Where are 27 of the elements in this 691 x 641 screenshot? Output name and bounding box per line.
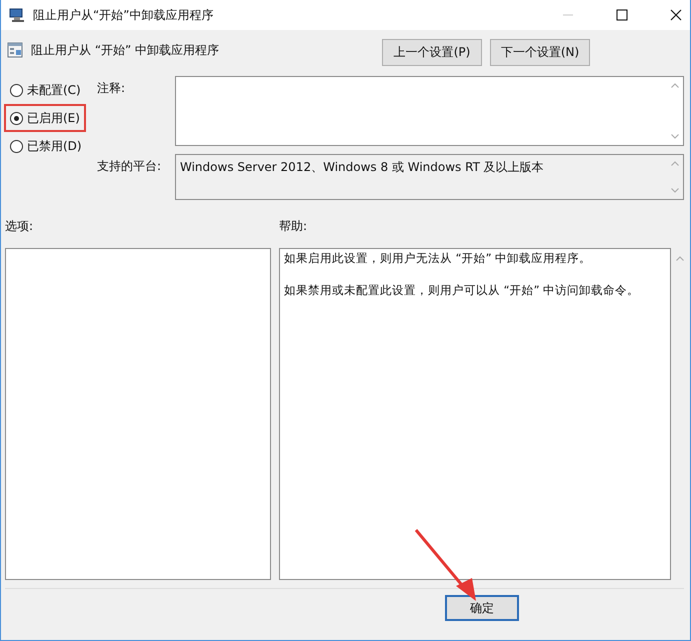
- scroll-up-icon[interactable]: [670, 83, 678, 88]
- computer-icon: [9, 8, 25, 22]
- comment-label: 注释:: [97, 80, 126, 97]
- policy-title: 阻止用户从 “开始” 中卸载应用程序: [31, 42, 220, 58]
- options-label: 选项:: [5, 218, 34, 235]
- nav-button[interactable]: 上一个设置(P): [382, 38, 482, 66]
- help-text: 如果禁用或未配置此设置，则用户可以从 “开始” 中访问卸载命令。: [284, 283, 640, 297]
- maximize-icon[interactable]: [616, 9, 628, 21]
- close-icon[interactable]: [670, 9, 682, 21]
- comment-field[interactable]: [175, 76, 684, 146]
- scroll-down-icon[interactable]: [670, 188, 678, 193]
- scroll-up-icon[interactable]: [670, 161, 678, 166]
- radio-button[interactable]: [10, 140, 23, 152]
- policy-icon: [7, 42, 23, 58]
- radio-button[interactable]: [10, 84, 23, 96]
- help-text: 如果启用此设置，则用户无法从 “开始” 中卸载应用程序。: [284, 251, 592, 265]
- scroll-up-icon[interactable]: [676, 256, 684, 261]
- platform-label: 支持的平台:: [97, 158, 162, 175]
- radio-button[interactable]: [10, 112, 23, 124]
- ok-button[interactable]: 确定: [445, 595, 519, 621]
- radio-label[interactable]: 已禁用(D): [27, 138, 82, 154]
- radio-label[interactable]: 未配置(C): [27, 82, 81, 98]
- help-label: 帮助:: [279, 218, 308, 235]
- scroll-down-icon[interactable]: [670, 134, 678, 139]
- platform-text: Windows Server 2012、Windows 8 或 Windows RT 及以上版本: [179, 159, 545, 176]
- window-title: 阻止用户从“开始”中卸载应用程序: [33, 6, 214, 24]
- nav-button[interactable]: 下一个设置(N): [490, 38, 590, 66]
